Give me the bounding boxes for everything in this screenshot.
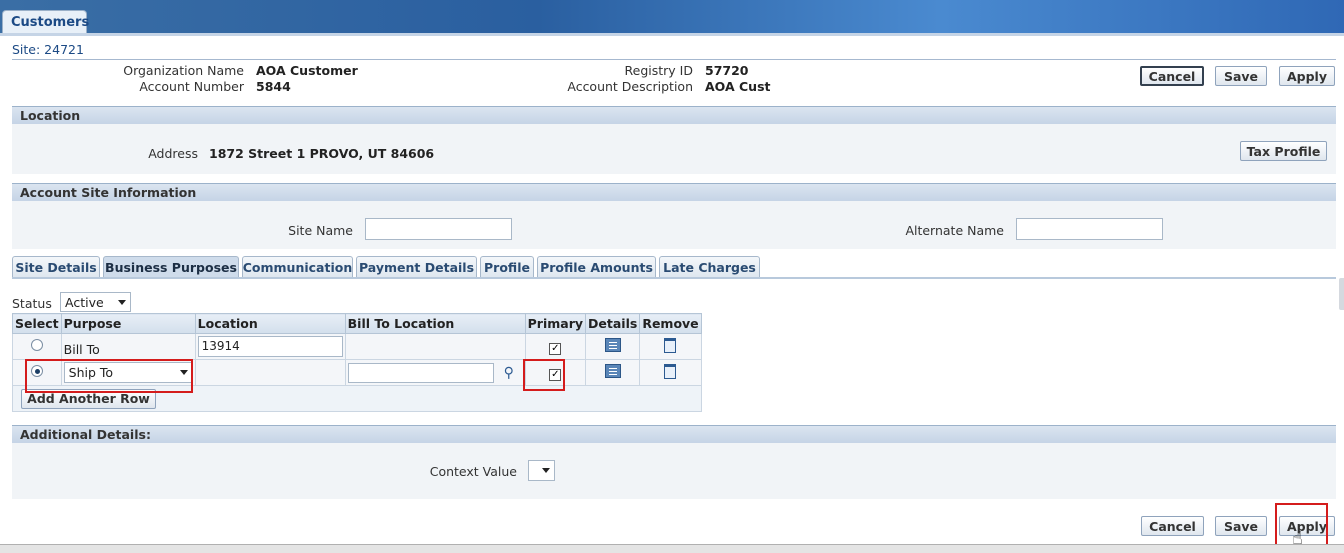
save-button-bottom[interactable]: Save <box>1215 516 1267 536</box>
col-remove: Remove <box>639 313 702 334</box>
location-cell-row-2 <box>194 359 346 386</box>
account-description-value: AOA Cust <box>705 79 771 94</box>
purpose-cell: Bill To <box>60 333 196 360</box>
location-section-header: Location <box>12 106 1336 124</box>
tab-business-purposes[interactable]: Business Purposes <box>103 256 239 278</box>
status-select[interactable]: Active <box>60 292 131 312</box>
table-row: Bill To 13914 ✓ <box>12 333 702 360</box>
trash-icon[interactable] <box>664 363 677 379</box>
title-divider <box>12 59 1336 60</box>
cancel-button-top[interactable]: Cancel <box>1140 66 1204 86</box>
save-button-top[interactable]: Save <box>1215 66 1267 86</box>
details-icon[interactable] <box>604 364 621 378</box>
page-title: Site: 24721 <box>12 42 84 57</box>
scrollbar-handle[interactable] <box>1339 278 1344 310</box>
chevron-down-icon <box>118 300 126 305</box>
select-radio-row-1[interactable] <box>30 339 43 351</box>
browser-status-bar <box>0 544 1344 553</box>
registry-id-label: Registry ID <box>624 63 693 78</box>
bill-to-location-input[interactable] <box>347 362 494 383</box>
context-value-select[interactable] <box>528 460 555 481</box>
banner-divider <box>0 33 1344 36</box>
table-header-row: Select Purpose Location Bill To Location… <box>12 313 702 334</box>
tabs-divider <box>12 277 1336 279</box>
tax-profile-button[interactable]: Tax Profile <box>1240 141 1327 161</box>
additional-details-body <box>12 443 1336 499</box>
purpose-text: Bill To <box>63 342 100 357</box>
alternate-name-input[interactable] <box>1016 218 1163 240</box>
tab-profile-amounts[interactable]: Profile Amounts <box>537 256 656 278</box>
tab-site-details[interactable]: Site Details <box>12 256 100 278</box>
tab-profile[interactable]: Profile <box>480 256 534 278</box>
col-details: Details <box>585 313 641 334</box>
app-banner <box>0 0 1344 34</box>
account-number-value: 5844 <box>256 79 291 94</box>
account-number-label: Account Number <box>139 79 244 94</box>
org-name-value: AOA Customer <box>256 63 358 78</box>
address-value: 1872 Street 1 PROVO, UT 84606 <box>209 146 435 161</box>
col-location: Location <box>194 313 346 334</box>
tab-communication[interactable]: Communication <box>242 256 353 278</box>
details-icon[interactable] <box>604 338 621 352</box>
search-icon[interactable]: ⚲ <box>504 365 514 381</box>
trash-icon[interactable] <box>664 337 677 353</box>
cancel-button-bottom[interactable]: Cancel <box>1141 516 1204 536</box>
highlight-purpose-select <box>25 359 193 393</box>
site-name-input[interactable] <box>365 218 512 240</box>
registry-id-value: 57720 <box>705 63 749 78</box>
status-label: Status <box>12 296 52 311</box>
address-label: Address <box>148 146 198 161</box>
site-name-label: Site Name <box>288 223 353 238</box>
apply-button-top[interactable]: Apply <box>1279 66 1335 86</box>
col-bill-to-location: Bill To Location <box>344 313 526 334</box>
account-site-section-header: Account Site Information <box>12 183 1336 201</box>
alternate-name-label: Alternate Name <box>905 223 1004 238</box>
tab-payment-details[interactable]: Payment Details <box>356 256 477 278</box>
context-value-label: Context Value <box>429 464 517 479</box>
account-description-label: Account Description <box>567 79 693 94</box>
primary-checkbox-row-1[interactable]: ✓ <box>549 342 562 355</box>
additional-details-header: Additional Details: <box>12 425 1336 443</box>
tab-customers[interactable]: Customers <box>2 10 89 34</box>
tab-late-charges[interactable]: Late Charges <box>659 256 760 278</box>
status-select-value: Active <box>65 295 104 310</box>
location-input-row-1[interactable]: 13914 <box>197 336 343 357</box>
col-select: Select <box>12 313 62 334</box>
org-name-label: Organization Name <box>123 63 244 78</box>
chevron-down-icon <box>542 468 550 473</box>
col-purpose: Purpose <box>60 313 196 334</box>
highlight-primary-checkbox <box>523 359 565 391</box>
col-primary: Primary <box>524 313 587 334</box>
bill-to-location-cell <box>344 333 526 360</box>
